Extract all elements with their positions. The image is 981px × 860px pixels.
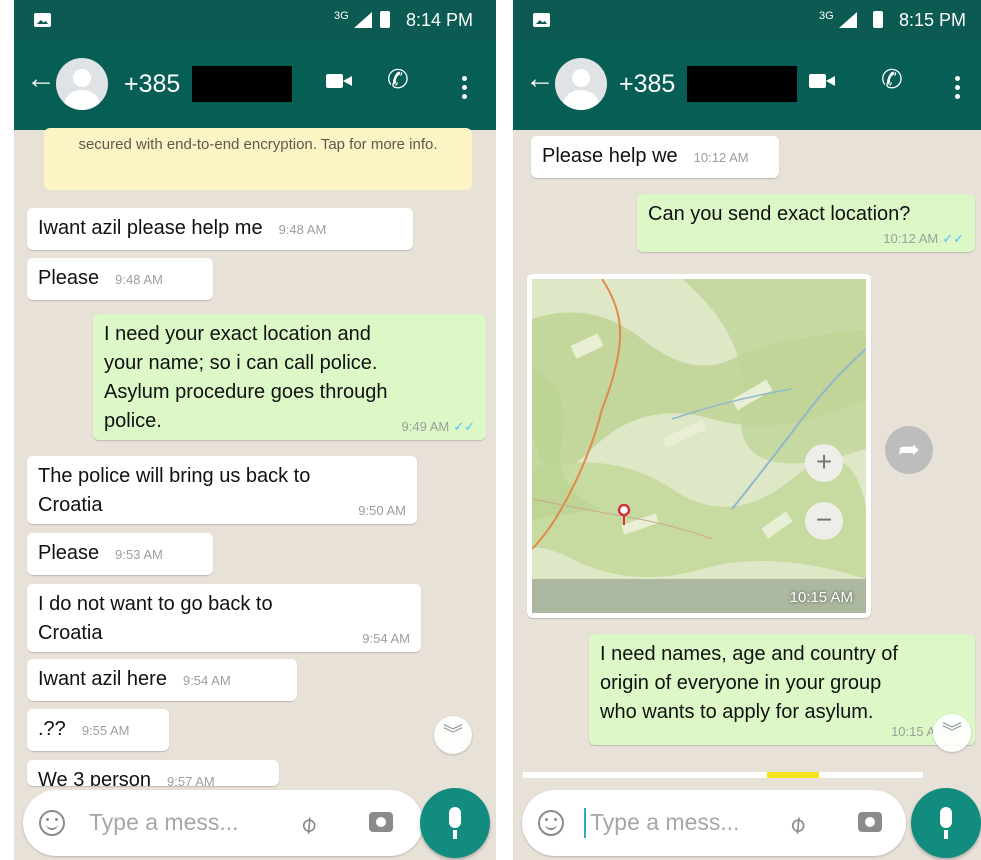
message-incoming[interactable]: Please 9:53 AM [27, 533, 213, 575]
message-time: 9:55 AM [81, 723, 130, 738]
message-incoming[interactable]: We 3 person 9:57 AM [27, 760, 279, 786]
message-text: Iwant azil here [38, 668, 167, 690]
status-time: 8:15 PM [899, 10, 967, 30]
message-text: I need your exact location and your name… [104, 323, 388, 432]
gallery-notification-icon [34, 13, 51, 27]
message-time: 9:53 AM [115, 547, 163, 562]
paperclip-icon[interactable]: ⌀ [782, 809, 812, 841]
camera-icon[interactable] [858, 812, 882, 832]
avatar[interactable] [555, 58, 607, 110]
network-type: 3G [819, 10, 834, 22]
scroll-down-icon[interactable]: ︾ [434, 716, 472, 754]
message-time: 10:12 AM [693, 150, 749, 165]
redacted-number [192, 66, 292, 102]
avatar[interactable] [56, 58, 108, 110]
arrow-left-icon[interactable]: ← [26, 64, 56, 94]
location-message[interactable]: + − 10:15 AM [527, 274, 871, 618]
message-text: Please help we [542, 145, 678, 167]
message-incoming[interactable]: Iwant azil please help me 9:48 AM [27, 208, 413, 250]
message-text: Please [38, 542, 100, 564]
battery-icon [873, 11, 883, 28]
forward-icon[interactable]: ➦ [885, 426, 933, 474]
status-bar: 3G 8:14 PM [14, 0, 496, 40]
message-outgoing[interactable]: I need your exact location and your name… [93, 314, 486, 440]
message-time: 10:15 AM [891, 724, 946, 739]
message-incoming[interactable]: .?? 9:55 AM [27, 709, 169, 751]
message-outgoing[interactable]: I need names, age and country of origin … [589, 634, 975, 745]
message-incoming[interactable]: Please help we 10:12 AM [531, 136, 779, 178]
message-input[interactable]: Type a mess... [590, 809, 740, 836]
message-time: 9:48 AM [278, 222, 327, 237]
phone-icon[interactable]: ✆ [387, 64, 409, 94]
mic-icon[interactable] [911, 788, 981, 858]
message-text: I need names, age and country of origin … [600, 643, 898, 723]
redacted-number [687, 66, 797, 102]
battery-icon [380, 11, 390, 28]
videocam-icon[interactable] [326, 74, 352, 88]
keyboard-suggestion-strip [523, 772, 923, 778]
message-text: We 3 person [38, 769, 152, 786]
signal-icon [839, 12, 857, 28]
chat-screen-right: 3G 8:15 PM ← +385 ✆ Please help we 10:12 … [513, 0, 981, 860]
contact-name[interactable]: +385 [619, 70, 675, 99]
message-time: 9:48 AM [115, 272, 163, 287]
status-time: 8:14 PM [406, 10, 474, 30]
zoom-out-icon[interactable]: − [805, 502, 843, 540]
message-time: 10:12 AM [883, 231, 939, 246]
encryption-notice[interactable]: secured with end-to-end encryption. Tap … [44, 128, 472, 190]
message-text: .?? [38, 718, 66, 740]
message-text: Can you send exact location? [648, 203, 911, 225]
zoom-in-icon[interactable]: + [805, 444, 843, 482]
more-vert-icon[interactable] [955, 76, 960, 103]
message-time: 10:15 AM [789, 589, 853, 606]
phone-icon[interactable]: ✆ [881, 64, 903, 94]
scroll-down-icon[interactable]: ︾ [933, 714, 971, 752]
message-outgoing[interactable]: Can you send exact location? 10:12 AM ✓✓ [637, 194, 975, 252]
message-incoming[interactable]: Please 9:48 AM [27, 258, 213, 300]
gallery-notification-icon [533, 13, 550, 27]
paperclip-icon[interactable]: ⌀ [293, 809, 323, 841]
mic-icon[interactable] [420, 788, 490, 858]
message-text: Please [38, 267, 100, 289]
arrow-left-icon[interactable]: ← [525, 64, 555, 94]
double-check-icon: ✓✓ [453, 419, 475, 434]
contact-name[interactable]: +385 [124, 70, 180, 99]
message-input-bar: Type a mess... ⌀ [23, 790, 423, 856]
message-incoming[interactable]: The police will bring us back to Croatia… [27, 456, 417, 524]
message-text: Iwant azil please help me [38, 217, 263, 239]
chat-header: ← +385 ✆ [513, 40, 981, 130]
emoji-icon[interactable] [538, 810, 564, 836]
network-type: 3G [334, 10, 349, 22]
message-time: 9:49 AM [401, 419, 450, 434]
message-input[interactable]: Type a mess... [89, 809, 239, 836]
chat-header: ← +385 ✆ [14, 40, 496, 130]
message-input-bar: Type a mess... ⌀ [522, 790, 906, 856]
message-incoming[interactable]: Iwant azil here 9:54 AM [27, 659, 297, 701]
emoji-icon[interactable] [39, 810, 65, 836]
videocam-icon[interactable] [809, 74, 835, 88]
chat-screen-left: 3G 8:14 PM ← +385 ✆ secured with end-to-… [14, 0, 496, 860]
message-time: 9:57 AM [167, 774, 215, 786]
message-incoming[interactable]: I do not want to go back to Croatia 9:54 … [27, 584, 421, 652]
text-cursor [584, 808, 586, 838]
signal-icon [354, 12, 372, 28]
camera-icon[interactable] [369, 812, 393, 832]
message-time: 9:54 AM [182, 673, 231, 688]
more-vert-icon[interactable] [462, 76, 467, 103]
double-check-icon: ✓✓ [942, 231, 964, 246]
status-bar: 3G 8:15 PM [513, 0, 981, 40]
